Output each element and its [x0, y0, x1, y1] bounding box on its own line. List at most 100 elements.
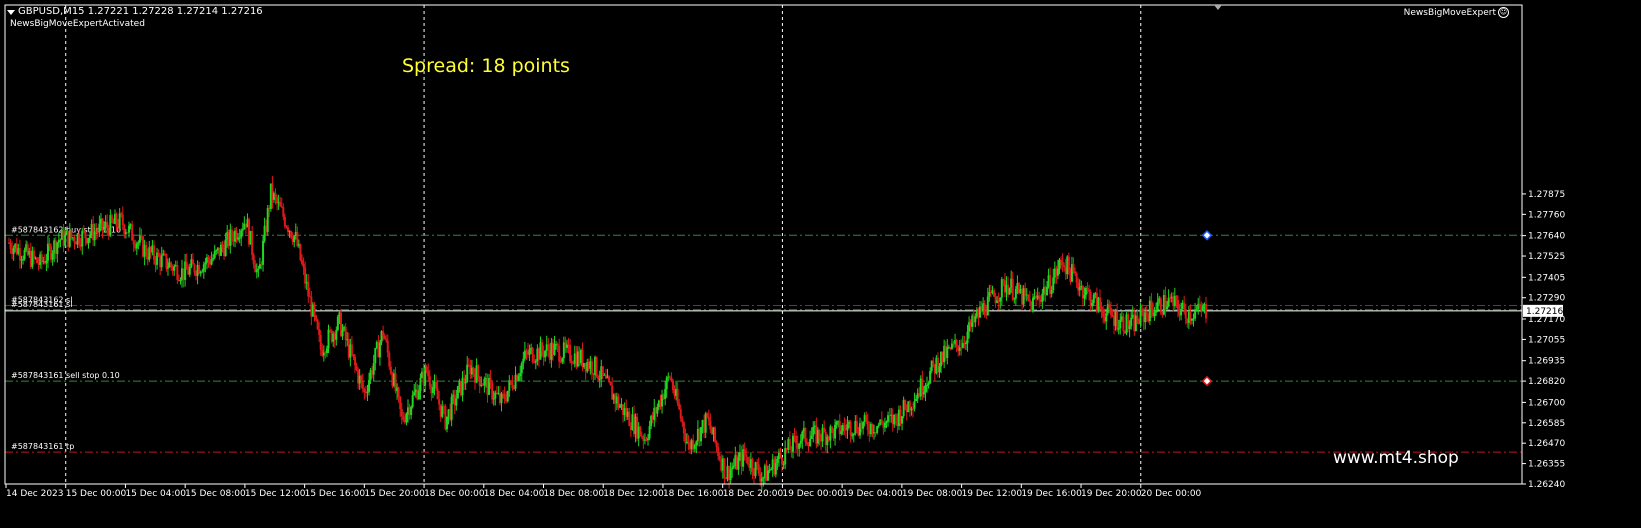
candle-body [1050, 290, 1053, 294]
candle-body [665, 377, 668, 390]
candle-body [926, 385, 929, 387]
watermark-text: www.mt4.shop [1333, 448, 1459, 468]
candle-body [301, 260, 304, 264]
y-tick-label: 1.27640 [1528, 232, 1565, 242]
expert-label[interactable]: NewsBigMoveExpert ☺ [1404, 7, 1509, 18]
candle-body [1128, 326, 1131, 330]
candle-body [121, 214, 124, 226]
candle-body [911, 408, 914, 410]
candle-body [799, 440, 802, 444]
candle-body [103, 226, 106, 230]
candle-body [1028, 299, 1031, 302]
candle-body [152, 245, 155, 260]
candle-body [378, 342, 381, 358]
candle-body [483, 379, 486, 386]
candle-body [1166, 306, 1169, 310]
ea-status: NewsBigMoveExpertActivated [10, 19, 145, 29]
candle-body [266, 208, 269, 232]
candle-body [678, 403, 681, 410]
candle-body [202, 264, 205, 272]
candle-body [388, 352, 391, 367]
candle-body [871, 423, 874, 434]
candle-body [145, 244, 148, 257]
candle-body [718, 455, 721, 460]
candle-body [455, 398, 458, 406]
candle-body [608, 376, 611, 382]
candle-body [731, 467, 734, 470]
candle-body [464, 381, 467, 384]
candle-body [212, 257, 215, 260]
candle-body [417, 391, 420, 400]
candle-body [1038, 295, 1041, 300]
candle-body [354, 357, 357, 366]
candle-body [974, 316, 977, 323]
candle-body [241, 228, 244, 231]
candle-body [64, 234, 67, 246]
candle-body [193, 264, 196, 273]
candle-body [676, 388, 679, 404]
candle-body [1153, 312, 1156, 317]
candle-body [173, 266, 176, 271]
candle-body [419, 377, 422, 392]
candle-body [157, 252, 160, 257]
candle-body [251, 231, 254, 255]
candle-body [528, 349, 531, 355]
candle-body [1074, 271, 1077, 274]
candle-body [851, 435, 854, 437]
candle-body [207, 257, 210, 261]
x-tick-label: 19 Dec 00:00 [782, 489, 843, 499]
y-tick-label: 1.27875 [1528, 190, 1565, 200]
candle-body [877, 424, 880, 427]
candle-body [399, 396, 402, 410]
candle-body [1122, 316, 1125, 332]
candle-body [952, 343, 955, 345]
candle-body [450, 396, 453, 420]
candle-body [1063, 265, 1066, 268]
candle-body [240, 230, 243, 238]
candle-body [768, 469, 771, 471]
candle-body [230, 229, 233, 239]
candle-body [656, 407, 659, 414]
candle-body [36, 257, 39, 264]
chart-window[interactable]: #587843162 buy stop 0.10 #587843162 sl #58… [0, 0, 1641, 528]
x-tick-label: 18 Dec 20:00 [723, 489, 784, 499]
candle-body [1000, 279, 1003, 298]
candle-body [428, 376, 431, 387]
candle-body [804, 428, 807, 443]
candle-body [188, 266, 191, 275]
candle-body [274, 193, 277, 198]
candle-body [355, 365, 358, 370]
candle-body [120, 213, 123, 215]
candle-body [1011, 278, 1014, 300]
candle-body [1141, 308, 1144, 311]
candle-body [299, 244, 302, 261]
candle-body [541, 342, 544, 352]
candle-body [1198, 303, 1201, 308]
candle-body [779, 452, 782, 458]
y-tick-label: 1.26820 [1528, 377, 1565, 387]
candle-body [737, 457, 740, 470]
candle-body [302, 263, 305, 268]
candle-body [165, 253, 168, 269]
x-tick-label: 14 Dec 2023 [6, 489, 64, 499]
candle-body [383, 335, 386, 340]
candle-body [760, 478, 763, 482]
candle-body [595, 356, 598, 377]
candle-body [523, 350, 526, 359]
current-price-label: 1.27216 [1526, 307, 1563, 317]
candle-body [1075, 273, 1078, 283]
candle-body [1008, 288, 1011, 295]
candle-body [489, 377, 492, 383]
candle-body [671, 381, 674, 391]
candle-body [866, 420, 869, 431]
candle-body [885, 421, 888, 423]
candle-body [456, 386, 459, 399]
candle-body [1002, 279, 1005, 281]
candle-body [993, 290, 996, 297]
chart-menu-icon[interactable] [7, 10, 15, 15]
candle-body [210, 259, 213, 265]
candle-body [901, 416, 904, 424]
order-level-label: #587843161 sl [11, 300, 72, 309]
candle-body [1013, 298, 1016, 300]
y-tick-label: 1.26355 [1528, 460, 1565, 470]
